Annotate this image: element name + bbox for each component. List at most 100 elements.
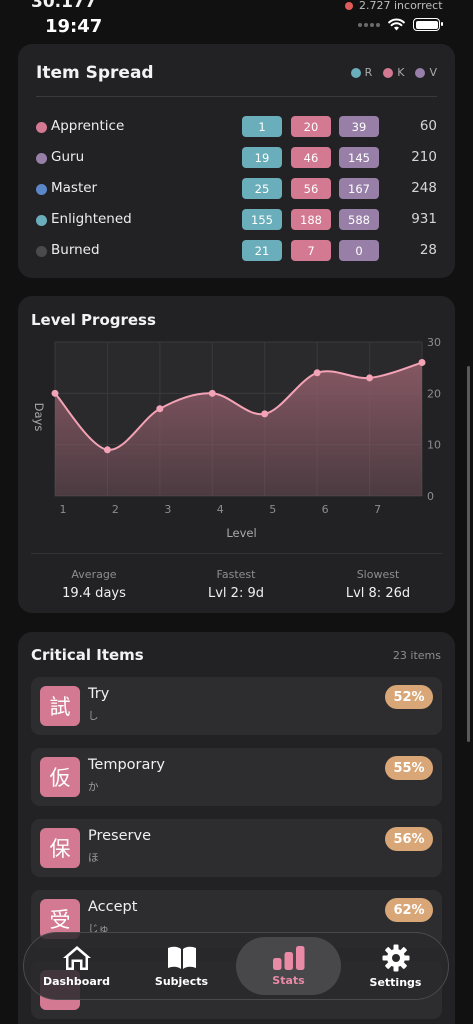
incorrect-dot-icon (345, 1, 353, 10)
x-tick-label: 6 (322, 503, 329, 516)
stage-name: Guru (51, 149, 85, 165)
x-tick-label: 1 (60, 503, 67, 516)
legend-kanji: K (383, 66, 404, 79)
item-meaning: Temporary (88, 757, 165, 773)
radical-count: 19 (242, 147, 282, 168)
data-point (418, 359, 426, 367)
kanji-count: 56 (291, 178, 331, 199)
data-point (103, 446, 111, 454)
item-reading: し (88, 710, 99, 722)
stat-value: Lvl 2: 9d (208, 586, 264, 601)
item-meaning: Preserve (88, 828, 151, 844)
percentage-badge: 55% (385, 756, 433, 780)
stage-total: 248 (411, 180, 437, 196)
item-reading: ほ (88, 852, 99, 864)
kanji-count: 46 (291, 147, 331, 168)
stat-average: Average 19.4 days (34, 568, 154, 601)
battery-icon (413, 18, 443, 31)
x-tick-label: 2 (112, 503, 119, 516)
level-progress-card: Level Progress 0 10 20 30 1 2 3 4 5 6 7 Level Days A… (18, 296, 455, 613)
review-count: 30.177 (31, 0, 97, 12)
status-icons (358, 18, 443, 31)
gear-icon (382, 944, 409, 971)
vocab-count: 145 (339, 147, 379, 168)
stat-label: Fastest (216, 568, 256, 581)
y-tick-label: 0 (427, 490, 434, 503)
kanji-count: 188 (291, 209, 331, 230)
stage-name: Burned (51, 242, 100, 258)
legend-radicals: R (350, 66, 373, 79)
data-point (156, 405, 164, 413)
legend-dot-icon (383, 67, 394, 78)
tab-settings[interactable]: Settings (343, 933, 448, 999)
status-bar: 30.177 2.727 incorrect 19:47 (0, 0, 473, 44)
kanji-tile: 試 (40, 686, 80, 726)
x-tick-label: 7 (374, 503, 381, 516)
stage-total: 28 (419, 242, 437, 258)
wifi-icon (388, 18, 405, 31)
kanji-tile: 仮 (40, 757, 80, 797)
legend-label: R (364, 66, 373, 79)
y-axis-label: Days (32, 403, 46, 432)
y-tick-label: 20 (427, 387, 441, 400)
radical-count: 1 (242, 116, 282, 137)
data-point (208, 389, 216, 397)
data-point (51, 389, 59, 397)
stat-label: Slowest (356, 568, 400, 581)
bar-chart-icon (272, 945, 304, 970)
kanji-tile: 保 (40, 828, 80, 868)
spread-row-enlightened: Enlightened 155 188 588 931 (18, 208, 455, 232)
stat-value: 19.4 days (62, 586, 126, 601)
kanji-count: 20 (291, 116, 331, 137)
tab-label: Subjects (154, 974, 209, 988)
critical-item[interactable]: 仮 Temporary か 55% (31, 748, 442, 806)
item-reading: か (88, 781, 99, 793)
percentage-badge: 52% (385, 685, 433, 709)
data-point (366, 374, 374, 382)
incorrect-label: 2.727 incorrect (359, 0, 443, 12)
y-tick-label: 30 (427, 336, 441, 349)
critical-item[interactable]: 試 Try し 52% (31, 677, 442, 735)
item-meaning: Accept (88, 899, 138, 915)
y-tick-label: 10 (427, 439, 441, 452)
item-spread-title: Item Spread (36, 63, 154, 83)
legend-dot-icon (415, 67, 426, 78)
tab-dashboard[interactable]: Dashboard (24, 933, 129, 999)
tab-label: Stats (272, 973, 305, 987)
vocab-count: 588 (339, 209, 379, 230)
house-icon (62, 945, 91, 970)
tab-subjects[interactable]: Subjects (129, 933, 234, 999)
percentage-badge: 62% (385, 898, 433, 922)
stat-slowest: Slowest Lvl 8: 26d (318, 568, 438, 601)
vocab-count: 0 (339, 240, 379, 261)
scrollbar[interactable] (467, 366, 470, 742)
stage-total: 931 (411, 211, 437, 227)
level-progress-chart: 0 10 20 30 1 2 3 4 5 6 7 Level Days (32, 336, 441, 540)
tab-label: Dashboard (42, 974, 111, 988)
stat-value: Lvl 8: 26d (345, 586, 411, 601)
item-meaning: Try (88, 686, 110, 702)
percentage-badge: 56% (385, 827, 433, 851)
spread-row-apprentice: Apprentice 1 20 39 60 (18, 115, 455, 139)
legend-dot-icon (350, 67, 361, 78)
book-icon (167, 946, 196, 969)
critical-item[interactable]: 保 Preserve ほ 56% (31, 819, 442, 877)
item-spread-card: Item Spread R K V Apprentice 1 20 39 60 … (18, 44, 455, 278)
tab-bar: Dashboard Subjects Stats Settings (23, 932, 449, 1000)
stage-dot-icon (36, 153, 47, 164)
stage-total: 60 (419, 118, 437, 134)
stat-fastest: Fastest Lvl 2: 9d (176, 568, 296, 601)
legend-label: V (429, 66, 437, 79)
stage-dot-icon (36, 122, 47, 133)
spread-row-guru: Guru 19 46 145 210 (18, 146, 455, 170)
x-tick-label: 3 (164, 503, 171, 516)
x-axis-label: Level (226, 526, 256, 540)
status-time: 19:47 (45, 16, 103, 37)
item-spread-legend: R K V (350, 66, 437, 79)
radical-count: 155 (242, 209, 282, 230)
tab-stats[interactable]: Stats (236, 937, 341, 995)
stage-name: Apprentice (51, 118, 125, 134)
radical-count: 25 (242, 178, 282, 199)
radical-count: 21 (242, 240, 282, 261)
stage-name: Master (51, 180, 98, 196)
